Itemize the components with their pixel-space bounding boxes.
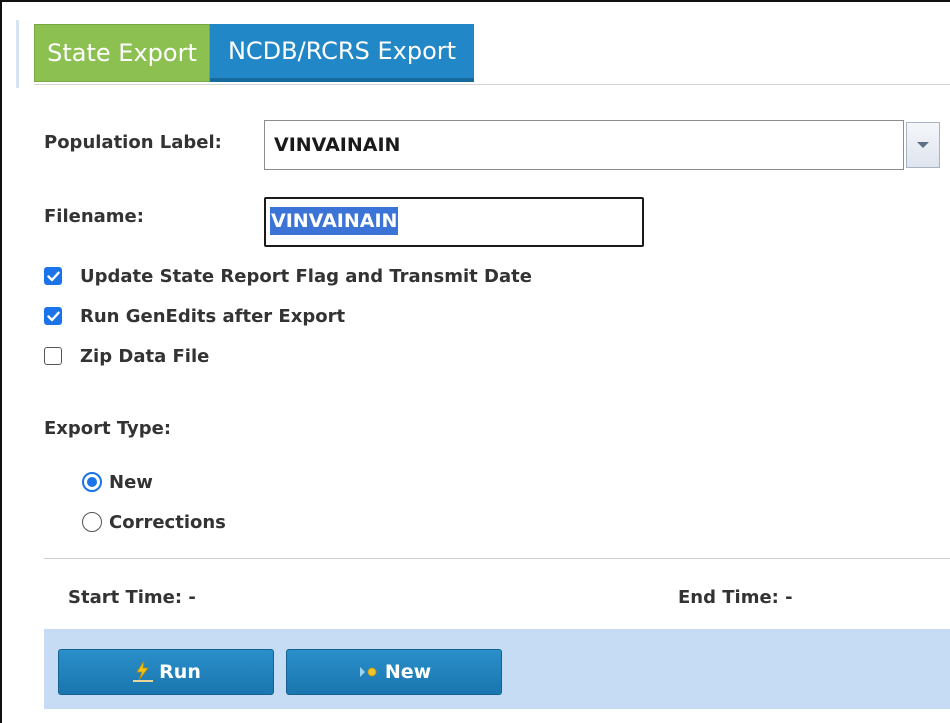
radio-selected[interactable] <box>82 472 102 492</box>
export-type-corrections[interactable]: Corrections <box>82 509 226 535</box>
export-panel: State Export NCDB/RCRS Export Population… <box>0 0 950 723</box>
filename-selected-text: VINVAINAIN <box>270 207 399 235</box>
new-button-label: New <box>384 661 432 683</box>
tab-ncdb-rcrs-export[interactable]: NCDB/RCRS Export <box>210 24 474 82</box>
left-accent-bar <box>16 20 19 88</box>
export-type-label: Export Type: <box>44 418 172 439</box>
tab-ncdb-rcrs-export-label: NCDB/RCRS Export <box>227 37 457 65</box>
tab-state-export-label: State Export <box>47 39 197 67</box>
tab-state-export[interactable]: State Export <box>34 24 210 82</box>
export-type-new[interactable]: New <box>82 469 153 495</box>
chevron-down-icon <box>917 141 929 148</box>
option-update-state-report-flag[interactable]: Update State Report Flag and Transmit Da… <box>44 263 532 289</box>
filename-label: Filename: <box>44 206 144 227</box>
section-divider <box>44 558 950 559</box>
run-icon <box>131 660 155 684</box>
tab-bar: State Export NCDB/RCRS Export <box>34 24 474 82</box>
option-zip-data-file[interactable]: Zip Data File <box>44 343 209 369</box>
radio-unselected[interactable] <box>82 512 102 532</box>
check-icon <box>46 271 60 281</box>
new-icon <box>357 662 381 682</box>
population-dropdown-button[interactable] <box>906 122 940 168</box>
run-button[interactable]: Run <box>58 649 274 695</box>
tab-divider <box>34 84 950 85</box>
option-run-genedits[interactable]: Run GenEdits after Export <box>44 303 345 329</box>
population-select-value: VINVAINAIN <box>274 134 401 156</box>
checkbox-checked[interactable] <box>44 267 62 285</box>
checkbox-unchecked[interactable] <box>44 347 62 365</box>
start-time: Start Time: - <box>68 587 196 608</box>
check-icon <box>46 311 60 321</box>
population-select[interactable]: VINVAINAIN <box>264 120 904 170</box>
checkbox-checked[interactable] <box>44 307 62 325</box>
radio-label: Corrections <box>109 511 226 533</box>
option-label: Update State Report Flag and Transmit Da… <box>80 265 532 287</box>
new-button[interactable]: New <box>286 649 502 695</box>
end-time: End Time: - <box>678 587 793 608</box>
run-button-label: Run <box>159 661 201 683</box>
radio-label: New <box>109 471 153 493</box>
option-label: Zip Data File <box>80 345 210 367</box>
population-label: Population Label: <box>44 132 222 153</box>
option-label: Run GenEdits after Export <box>80 305 346 327</box>
